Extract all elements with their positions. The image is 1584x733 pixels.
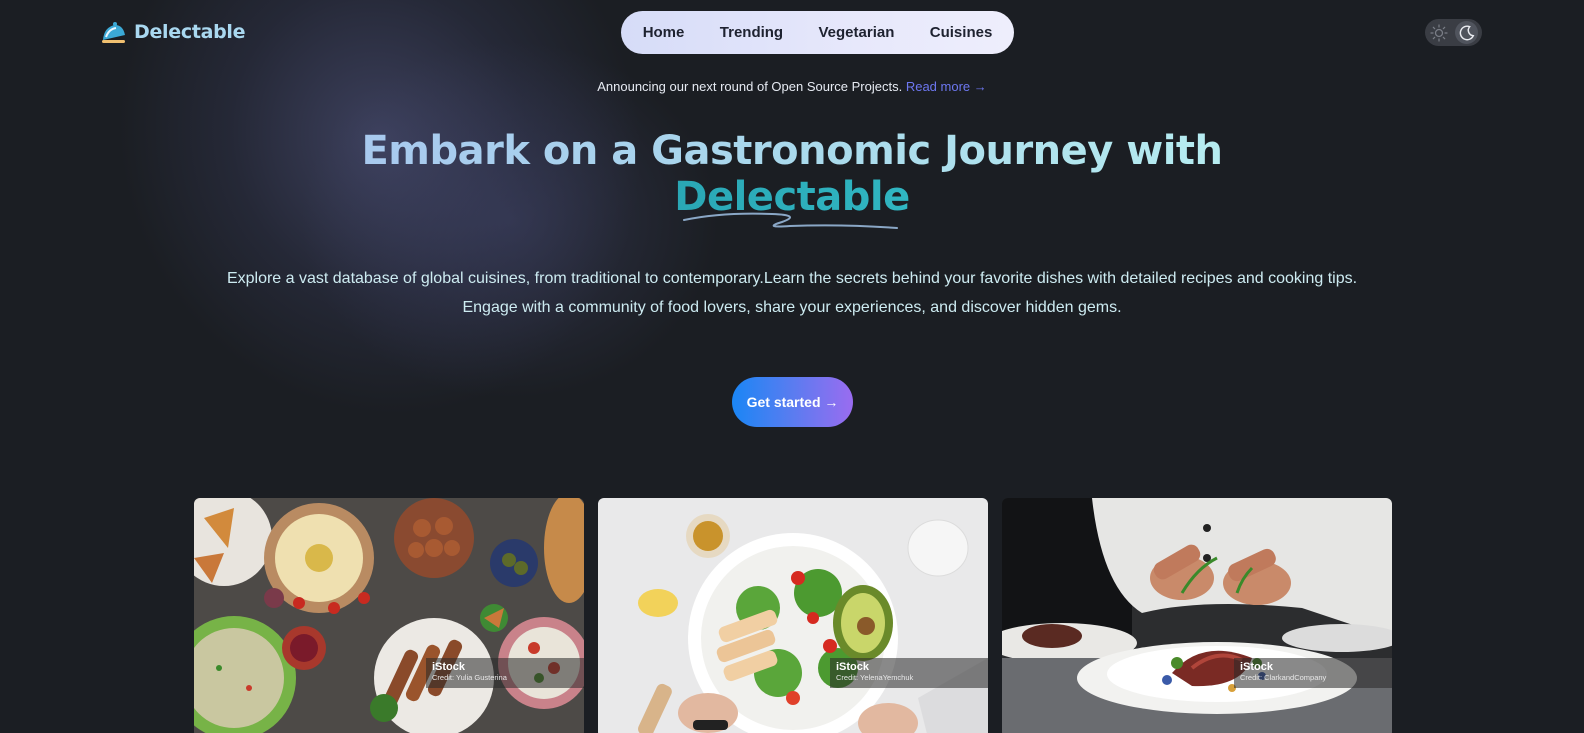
food-dome-icon: [102, 22, 125, 43]
hero-subtitle-line1: Explore a vast database of global cuisin…: [226, 270, 1358, 287]
photo-credit: iStock Credit: ClarkandCompany: [1234, 658, 1392, 688]
nav-vegetarian[interactable]: Vegetarian: [813, 20, 901, 45]
credit-author: Credit: YelenaYemchuk: [836, 673, 914, 682]
photo-credit: iStock Credit: YelenaYemchuk: [830, 658, 988, 688]
main-nav: Home Trending Vegetarian Cuisines: [621, 11, 1014, 54]
theme-toggle[interactable]: [1425, 19, 1482, 46]
sun-icon: [1430, 23, 1448, 42]
background-glow-secondary: [300, 40, 720, 400]
food-photo-platter: [194, 498, 584, 733]
get-started-button[interactable]: Get started →: [732, 377, 853, 427]
hero-subtitle: Explore a vast database of global cuisin…: [0, 264, 1584, 322]
credit-source: iStock: [432, 661, 466, 673]
background-glow: [26, 0, 734, 504]
announcement-text: Announcing our next round of Open Source…: [597, 79, 903, 94]
hero-title-line1: Embark on a Gastronomic Journey with: [361, 128, 1223, 174]
hero-subtitle-line2: Engage with a community of food lovers, …: [462, 299, 1122, 316]
underline-squiggle: [683, 212, 898, 229]
announcement-bar: Announcing our next round of Open Source…: [0, 79, 1584, 94]
credit-author: Credit: ClarkandCompany: [1240, 673, 1327, 682]
credit-author: Credit: Yulia Gusterina: [432, 673, 507, 682]
read-more-link[interactable]: Read more →: [906, 79, 987, 94]
card-mediterranean[interactable]: iStock Credit: Yulia Gusterina: [194, 498, 584, 733]
card-salad[interactable]: iStock Credit: YelenaYemchuk: [598, 498, 988, 733]
credit-source: iStock: [836, 661, 870, 673]
nav-trending[interactable]: Trending: [714, 20, 789, 45]
photo-credit: iStock Credit: Yulia Gusterina: [426, 658, 584, 688]
brand-name: Delectable: [134, 21, 246, 43]
food-photo-salad: [598, 498, 988, 733]
toggle-knob: [1455, 21, 1478, 44]
moon-icon: [1459, 24, 1474, 40]
nav-home[interactable]: Home: [637, 20, 691, 45]
brand-logo[interactable]: Delectable: [100, 18, 246, 46]
card-chef[interactable]: iStock Credit: ClarkandCompany: [1002, 498, 1392, 733]
nav-cuisines[interactable]: Cuisines: [924, 20, 999, 45]
credit-source: iStock: [1240, 661, 1274, 673]
image-cards: iStock Credit: Yulia Gusterina iStock Cr…: [194, 498, 1392, 733]
food-photo-chef: [1002, 498, 1392, 733]
